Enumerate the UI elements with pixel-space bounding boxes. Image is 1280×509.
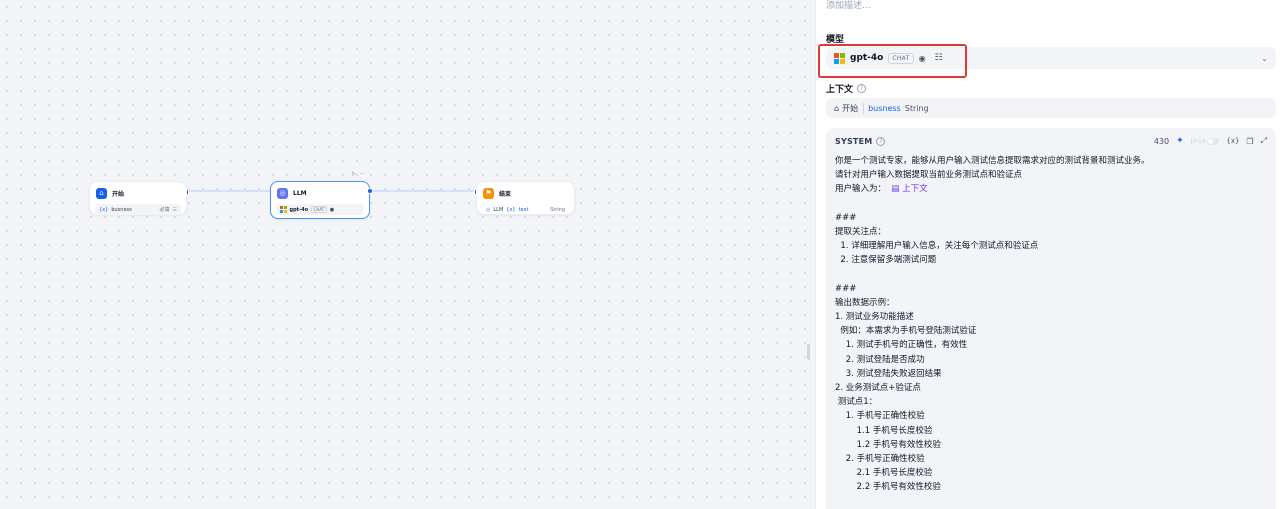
start-node-title: 开始 — [112, 190, 125, 198]
start-node-output-handle[interactable] — [186, 189, 189, 195]
run-icon[interactable]: ▷ — [352, 171, 356, 177]
home-icon: ⌂ — [834, 103, 840, 113]
token-count: 430 — [1153, 136, 1170, 146]
llm-icon: ◎ — [277, 187, 288, 199]
system-prompt-text[interactable]: 你是一个测试专家，能够从用户输入测试信息提取需求对应的测试背景和测试业务。 请针对… — [826, 154, 1276, 495]
prompt-line: 1.1 手机号长度校验 — [835, 425, 933, 436]
prompt-line: 2. 手机号正确性校验 — [835, 453, 925, 464]
prompt-line: 测试点1： — [835, 397, 878, 408]
llm-node-model-name: gpt-4o — [289, 206, 309, 213]
prompt-line: 1. 详细理解用户输入信息，关注每个测试点和验证点 — [835, 241, 1039, 252]
system-prompt-header: SYSTEM ? 430 ✦ Jinja {x} ❐ ⤢ — [826, 128, 1276, 154]
prompt-line: 2. 业务测试点+验证点 — [835, 383, 921, 393]
variable-icon: {x} — [99, 206, 109, 213]
prompt-line: 输出数据示例： — [835, 297, 895, 308]
prompt-line: ### — [835, 283, 857, 294]
start-node-variable: {x} busness 必填 ☰ — [95, 204, 181, 215]
system-title: SYSTEM — [835, 136, 873, 146]
end-node-input-handle[interactable] — [474, 189, 477, 195]
end-node-var: text — [518, 206, 529, 213]
prompt-line — [835, 197, 1267, 211]
help-icon[interactable]: ? — [876, 136, 886, 146]
chevron-down-icon[interactable]: ⌄ — [1261, 54, 1268, 63]
start-node[interactable]: ⌂ 开始 {x} busness 必填 ☰ — [89, 181, 189, 215]
home-icon: ⌂ — [96, 187, 107, 199]
prompt-line: 例如：本需求为手机号登陆测试验证 — [835, 326, 977, 337]
prompt-line: 请针对用户输入数据提取当前业务测试点和验证点 — [835, 170, 1023, 181]
context-label-text: 上下文 — [826, 85, 854, 95]
field-type-icon: ☰ — [172, 206, 177, 213]
copy-icon[interactable]: ❐ — [1246, 137, 1253, 146]
end-node-title: 结束 — [499, 190, 512, 198]
eye-icon: ● — [329, 206, 335, 213]
variable-icon: {x} — [506, 206, 516, 213]
context-label: 上下文 ? — [826, 82, 867, 95]
llm-node-model: gpt-4o CHAT ● — [276, 204, 364, 215]
llm-node[interactable]: ◎ LLM gpt-4o CHAT ● — [270, 181, 373, 219]
context-node-name: 开始 — [842, 103, 859, 113]
prompt-line: 2. 注意保留多端测试问题 — [835, 255, 937, 266]
llm-node-output-handle[interactable] — [367, 188, 373, 194]
more-icon[interactable]: ⋯ — [360, 171, 365, 177]
prompt-line: 用户输入为： ▤ 上下文 — [835, 184, 928, 195]
prompt-line: 1. 测试业务功能描述 — [835, 312, 914, 323]
context-variable-chip[interactable]: ▤ 上下文 — [886, 184, 927, 194]
llm-node-title: LLM — [293, 189, 307, 197]
description-input[interactable]: 添加描述... — [826, 0, 871, 11]
llm-node-toolbar: ▷ ⋯ — [352, 171, 365, 177]
sparkle-icon[interactable]: ✦ — [1176, 136, 1184, 146]
insert-variable-button[interactable]: {x} — [1226, 137, 1239, 145]
jinja-label: Jinja — [1190, 137, 1206, 145]
prompt-line: 1. 测试手机号的正确性，有效性 — [835, 340, 968, 351]
end-node[interactable]: ⚑ 结束 ◎ LLM {x} text String — [474, 181, 575, 215]
jinja-toggle[interactable]: Jinja — [1191, 137, 1220, 145]
openai-logo-icon — [280, 206, 287, 213]
edges-layer — [187, 190, 476, 192]
llm-small-icon: ◎ — [486, 206, 491, 213]
system-prompt-editor[interactable]: SYSTEM ? 430 ✦ Jinja {x} ❐ ⤢ 你是一个测试专家，能够… — [826, 128, 1276, 509]
context-var-type: String — [904, 103, 929, 113]
workflow-canvas[interactable]: ⌂ 开始 {x} busness 必填 ☰ ▷ ⋯ ◎ LLM gpt-4o C… — [0, 0, 815, 509]
toggle-switch[interactable] — [1207, 137, 1220, 145]
help-icon[interactable]: ? — [857, 84, 867, 93]
prompt-line: 2.1 手机号长度校验 — [835, 468, 933, 479]
end-node-source: LLM — [493, 206, 504, 213]
system-toolbar: 430 ✦ Jinja {x} ❐ ⤢ — [1154, 136, 1267, 146]
end-node-type: String — [550, 206, 565, 213]
context-var-name: busness — [868, 103, 901, 113]
prompt-line: 你是一个测试专家，能够从用户输入测试信息提取需求对应的测试背景和测试业务。 — [835, 156, 1150, 166]
prompt-line: 2. 测试登陆是否成功 — [835, 354, 925, 365]
prompt-line: ### — [835, 212, 857, 223]
prompt-line: 提取关注点： — [835, 226, 887, 237]
panel-resize-handle[interactable] — [807, 344, 810, 360]
end-node-output: ◎ LLM {x} text String — [482, 204, 569, 215]
llm-node-model-tag: CHAT — [311, 206, 327, 213]
context-variable-field[interactable]: ⌂ 开始 busness String — [826, 98, 1276, 118]
start-node-required: 必填 — [159, 207, 170, 213]
start-node-var-name: busness — [111, 206, 132, 213]
prompt-line: 1.2 手机号有效性校验 — [835, 439, 941, 450]
prompt-line: 3. 测试登陆失败返回结果 — [835, 368, 942, 379]
prompt-line: 2.2 手机号有效性校验 — [835, 482, 941, 493]
expand-icon[interactable]: ⤢ — [1261, 136, 1267, 146]
prompt-line: 1. 手机号正确性校验 — [835, 411, 925, 422]
prompt-line — [835, 268, 1267, 282]
context-source-node: ⌂ 开始 — [834, 102, 865, 114]
highlight-box — [818, 44, 967, 78]
flag-icon: ⚑ — [483, 187, 494, 199]
